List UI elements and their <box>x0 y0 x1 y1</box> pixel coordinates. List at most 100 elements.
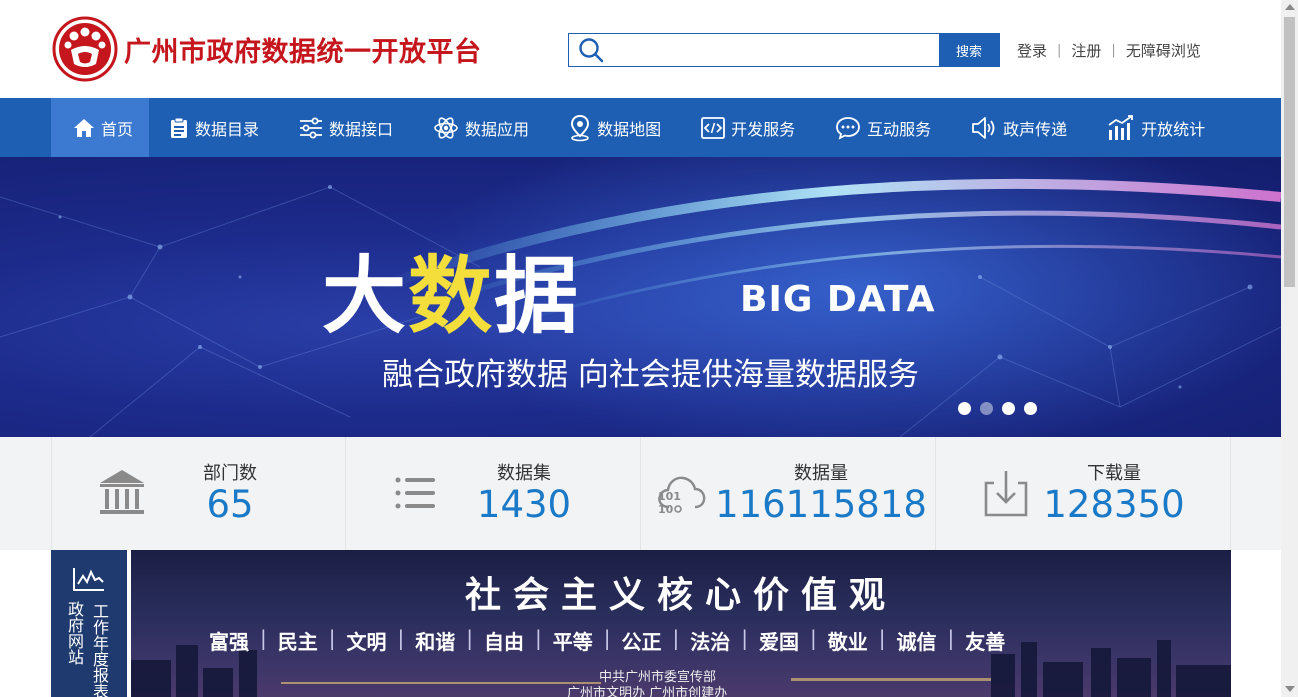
headline-char: 大 <box>322 247 409 345</box>
value-separator: | <box>328 626 336 650</box>
site-title[interactable]: 广州市政府数据统一开放平台 <box>124 30 482 69</box>
nav-item-label: 首页 <box>101 119 134 139</box>
value-separator: | <box>397 626 405 650</box>
chat-icon <box>836 116 860 140</box>
slide-dots <box>958 402 1046 415</box>
stat-value: 1430 <box>476 483 572 526</box>
stat-label: 部门数 <box>203 463 257 484</box>
core-values-list: 富强 | 民主 | 文明 | 和谐 | 自由 | 平等 | 公正 | 法治 | 爱国 | 敬业 | 诚信 | 友善 <box>209 626 1005 655</box>
nav-item-stats[interactable]: 开放统计 <box>1087 98 1225 157</box>
report-title-col1: 政府网站 <box>68 600 85 667</box>
home-icon <box>74 118 94 137</box>
headline-char: 据 <box>494 247 581 345</box>
headline-char: 数 <box>408 247 495 345</box>
site-logo[interactable] <box>52 16 118 82</box>
core-value-item: 和谐 <box>415 630 456 654</box>
login-link[interactable]: 登录 <box>1017 40 1047 61</box>
value-separator: | <box>878 626 886 650</box>
search-bar: 搜索 <box>568 33 1000 67</box>
core-value-item: 公正 <box>621 630 662 654</box>
link-separator: | <box>1057 43 1062 58</box>
slide-dot[interactable] <box>980 402 993 415</box>
value-separator: | <box>603 626 611 650</box>
nav-item-map[interactable]: 数据地图 <box>549 98 681 157</box>
map-pin-icon <box>571 114 590 141</box>
scroll-down-arrow[interactable] <box>1285 686 1295 692</box>
nav-item-label: 数据接口 <box>329 119 394 139</box>
stat-value: 128350 <box>1043 483 1185 526</box>
user-links: 登录 | 注册 | 无障碍浏览 <box>1017 40 1201 61</box>
core-values-banner[interactable]: 社会主义核心价值观 富强 | 民主 | 文明 | 和谐 | 自由 | 平等 | 公正 | 法治 | 爱国 | 敬业 |… <box>131 550 1231 697</box>
nav-item-label: 数据应用 <box>465 119 530 139</box>
value-separator: | <box>810 626 817 650</box>
nav-item-interaction[interactable]: 互动服务 <box>815 98 951 157</box>
nav-item-label: 数据目录 <box>195 119 260 139</box>
hero-banner[interactable]: 大数据 BIG DATA 融合政府数据 向社会提供海量数据服务 <box>0 157 1281 437</box>
scroll-thumb[interactable] <box>1284 17 1295 287</box>
speaker-icon <box>972 116 995 139</box>
header: 广州市政府数据统一开放平台 搜索 登录 | 注册 | 无障碍浏览 <box>0 0 1281 98</box>
nav-item-gov-voice[interactable]: 政声传递 <box>951 98 1087 157</box>
nav-item-apps[interactable]: 数据应用 <box>413 98 549 157</box>
page: 广州市政府数据统一开放平台 搜索 登录 | 注册 | 无障碍浏览 首页 数据目录… <box>0 0 1298 697</box>
atom-icon <box>434 116 458 139</box>
value-separator: | <box>466 626 473 650</box>
stat-departments[interactable]: 部门数 65 <box>51 437 346 550</box>
core-values-title: 社会主义核心价值观 <box>464 574 897 616</box>
stat-datasets[interactable]: 数据集 1430 <box>346 437 641 550</box>
banner-background <box>0 157 1281 437</box>
search-icon <box>569 34 613 66</box>
slide-dot[interactable] <box>958 402 971 415</box>
stat-value: 116115818 <box>715 483 927 526</box>
nav-item-label: 数据地图 <box>597 119 662 139</box>
core-value-item: 诚信 <box>896 630 937 654</box>
clipboard-icon <box>171 117 188 138</box>
value-separator: | <box>535 626 542 650</box>
org-line-2: 广州市文明办 广州市创建办 <box>567 686 728 697</box>
accessibility-link[interactable]: 无障碍浏览 <box>1126 40 1201 61</box>
core-value-item: 民主 <box>277 630 318 654</box>
core-value-item: 友善 <box>965 630 1006 654</box>
activity-chart-icon <box>73 568 104 591</box>
code-icon <box>701 116 725 139</box>
page-scrollbar[interactable] <box>1281 0 1298 697</box>
core-value-item: 平等 <box>552 630 593 654</box>
core-value-item: 文明 <box>346 630 387 654</box>
scroll-up-arrow[interactable] <box>1285 4 1295 10</box>
register-link[interactable]: 注册 <box>1071 40 1101 61</box>
value-separator: | <box>260 626 267 650</box>
stat-value: 65 <box>206 483 254 526</box>
nav-item-catalog[interactable]: 数据目录 <box>149 98 279 157</box>
svg-text:101: 101 <box>658 490 681 503</box>
banner-subtitle: 融合政府数据 向社会提供海量数据服务 <box>382 357 919 393</box>
core-value-item: 法治 <box>690 630 731 654</box>
value-separator: | <box>672 626 680 650</box>
slide-dot[interactable] <box>1002 402 1015 415</box>
search-input[interactable] <box>613 34 939 66</box>
cloud-data-icon: 101 10 <box>658 476 706 516</box>
banner-headline: 大数据 <box>322 229 580 350</box>
svg-text:10: 10 <box>658 503 674 516</box>
banner-headline-en: BIG DATA <box>740 279 936 320</box>
core-value-item: 自由 <box>484 630 524 654</box>
bar-chart-icon <box>1108 114 1134 140</box>
stat-label: 下载量 <box>1087 463 1141 484</box>
nav-item-api[interactable]: 数据接口 <box>279 98 413 157</box>
nav-item-dev[interactable]: 开发服务 <box>681 98 815 157</box>
stat-downloads[interactable]: 下载量 128350 <box>936 437 1231 550</box>
link-separator: | <box>1111 43 1116 58</box>
nav-item-label: 政声传递 <box>1003 119 1068 139</box>
slide-dot[interactable] <box>1024 402 1037 415</box>
core-value-item: 爱国 <box>759 630 799 654</box>
stat-data-volume[interactable]: 101 10 数据量 116115818 <box>641 437 936 550</box>
stats-bar: 部门数 65 数据集 1430 101 10 数据量 116115818 下载量… <box>0 437 1281 550</box>
annual-report-tab[interactable]: 政府网站 工作年度报表 <box>51 550 127 697</box>
nav-item-label: 互动服务 <box>867 119 932 139</box>
report-title-col2: 工作年度报表 <box>93 602 110 697</box>
nav-item-label: 开发服务 <box>731 119 796 139</box>
main-nav: 首页 数据目录 数据接口 数据应用 数据地图 开发服务 互动服务 政声传递 开放… <box>0 98 1281 157</box>
core-value-item: 富强 <box>209 630 249 654</box>
search-button[interactable]: 搜索 <box>939 34 999 66</box>
nav-item-home[interactable]: 首页 <box>51 98 150 157</box>
sliders-icon <box>300 117 323 138</box>
